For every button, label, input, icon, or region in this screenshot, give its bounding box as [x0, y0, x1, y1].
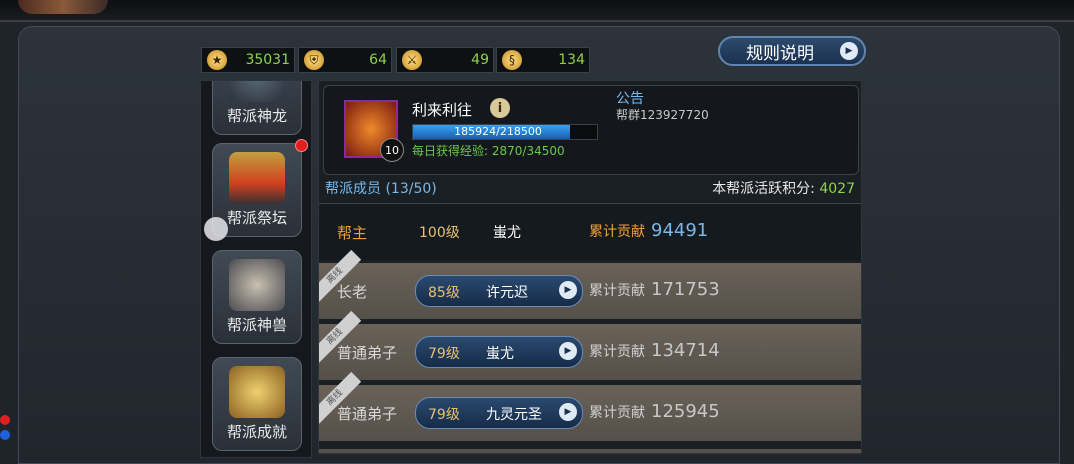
play-arrow-icon: ▶	[840, 42, 858, 60]
members-header: 帮派成员 (13/50) 本帮派活跃积分: 4027	[319, 177, 861, 199]
resource-scroll: § 134	[496, 47, 590, 73]
member-name: 蚩尤	[493, 225, 521, 241]
activity-value: 4027	[819, 181, 855, 197]
contribution-label: 累计贡献	[589, 344, 645, 360]
contribution-value: 171753	[651, 279, 720, 300]
guild-exp-bar: 185924/218500	[412, 124, 598, 140]
notification-badge	[295, 139, 308, 152]
beast-icon	[229, 259, 285, 311]
member-row[interactable]: 离线 普通弟子 79级 九灵元圣 ▶ 累计贡献 125945	[319, 371, 861, 441]
contribution-value: 125945	[651, 401, 720, 422]
contribution-label: 累计贡献	[589, 405, 645, 421]
member-rank: 长老	[337, 283, 368, 301]
play-arrow-icon: ▶	[559, 342, 577, 360]
play-arrow-icon: ▶	[559, 403, 577, 421]
next-row-edge	[319, 449, 861, 453]
info-icon[interactable]: i	[490, 98, 510, 118]
member-profile-button[interactable]: 79级 九灵元圣 ▶	[415, 397, 583, 429]
notice-content: 帮群123927720	[616, 108, 709, 122]
member-row[interactable]: 离线 普通弟子 79级 蚩尤 ▶ 累计贡献 134714	[319, 310, 861, 380]
member-name: 九灵元圣	[486, 407, 542, 423]
member-rank: 普通弟子	[337, 405, 398, 423]
resource-value: 134	[558, 52, 585, 68]
top-bar	[0, 0, 1074, 22]
resource-swords: ⚔ 49	[396, 47, 494, 73]
member-count: 帮派成员 (13/50)	[325, 181, 437, 197]
sidebar: 帮派神龙 帮派祭坛 帮派神兽 帮派成就	[200, 80, 312, 458]
resource-value: 35031	[245, 52, 290, 68]
guild-level-badge: 10	[380, 138, 404, 162]
member-level: 85级	[428, 285, 460, 301]
guild-name: 利来利往	[412, 101, 473, 119]
play-arrow-icon: ▶	[559, 281, 577, 299]
dragon-icon	[229, 81, 285, 102]
member-rank: 普通弟子	[337, 344, 398, 362]
daily-exp: 每日获得经验: 2870/34500	[412, 144, 565, 158]
touch-indicator	[204, 217, 228, 241]
guild-emblem-avatar[interactable]: 10	[344, 100, 404, 162]
rules-button-label: 规则说明	[746, 43, 814, 64]
member-profile-button[interactable]: 85级 许元迟 ▶	[415, 275, 583, 307]
rules-button[interactable]: 规则说明 ▶	[718, 36, 866, 66]
resource-coin: ★ 35031	[201, 47, 295, 73]
sidebar-item-label: 帮派神龙	[226, 107, 287, 125]
member-contribution: 累计贡献 125945	[589, 401, 720, 422]
member-name: 蚩尤	[486, 346, 514, 362]
resource-value: 64	[369, 52, 387, 68]
activity-label: 本帮派活跃积分:	[712, 181, 815, 197]
coin-icon: ★	[207, 50, 227, 70]
altar-icon	[229, 152, 285, 204]
contribution-label: 累计贡献	[589, 283, 645, 299]
sidebar-item-achievement[interactable]: 帮派成就	[212, 357, 302, 451]
achievement-icon	[229, 366, 285, 418]
member-level: 79级	[428, 407, 460, 423]
contribution-value: 134714	[651, 340, 720, 361]
helmet-icon: ⛨	[304, 50, 324, 70]
member-contribution: 累计贡献 94491	[589, 220, 708, 241]
sidebar-item-label: 帮派神兽	[226, 316, 287, 334]
leader-row[interactable]: 帮主 100级 蚩尤 累计贡献 94491	[319, 203, 861, 260]
red-indicator-dot	[0, 415, 10, 425]
guild-info-card: 10 利来利往 i 185924/218500 每日获得经验: 2870/345…	[323, 85, 859, 175]
contribution-label: 累计贡献	[589, 224, 645, 240]
member-level: 100级	[419, 225, 460, 241]
scroll-icon: §	[502, 50, 522, 70]
member-contribution: 累计贡献 171753	[589, 279, 720, 300]
guild-exp-text: 185924/218500	[454, 125, 542, 138]
crossed-swords-icon: ⚔	[402, 50, 422, 70]
member-contribution: 累计贡献 134714	[589, 340, 720, 361]
sidebar-item-beast[interactable]: 帮派神兽	[212, 250, 302, 344]
resource-value: 49	[471, 52, 489, 68]
sidebar-item-label: 帮派成就	[226, 423, 287, 441]
top-emblem	[18, 0, 108, 14]
member-profile-button[interactable]: 79级 蚩尤 ▶	[415, 336, 583, 368]
member-level: 79级	[428, 346, 460, 362]
activity-score: 本帮派活跃积分: 4027	[712, 178, 855, 198]
member-row[interactable]: 离线 长老 85级 许元迟 ▶ 累计贡献 171753	[319, 249, 861, 319]
member-rank: 帮主	[337, 224, 368, 242]
guild-panel: 10 利来利往 i 185924/218500 每日获得经验: 2870/345…	[318, 80, 862, 454]
contribution-value: 94491	[651, 220, 709, 241]
member-name: 许元迟	[486, 285, 528, 301]
sidebar-item-dragon[interactable]: 帮派神龙	[212, 81, 302, 135]
blue-indicator-dot	[0, 430, 10, 440]
resource-helmet: ⛨ 64	[298, 47, 392, 73]
notice-title: 公告	[616, 91, 644, 107]
